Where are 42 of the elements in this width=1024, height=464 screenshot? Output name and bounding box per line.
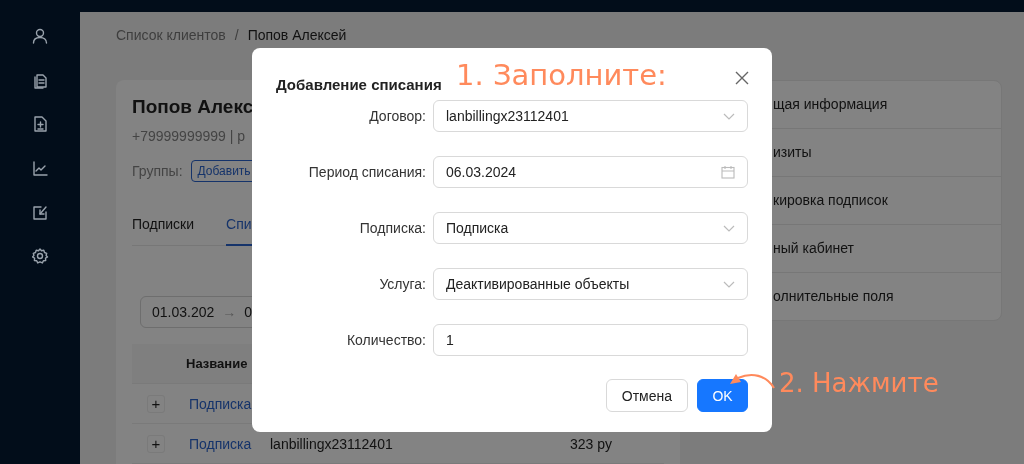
- document-icon[interactable]: [31, 116, 49, 133]
- select-field[interactable]: lanbillingx23112401: [433, 100, 748, 132]
- date-end: 0: [244, 304, 253, 320]
- table-cell-text: lanbillingx23112401: [269, 435, 394, 452]
- dialog-title: Добавление списания: [276, 75, 442, 93]
- subscription-link[interactable]: Подписка: [180, 435, 261, 452]
- breadcrumb-item: Попов Алексей: [247, 27, 347, 45]
- documents-icon[interactable]: [31, 72, 49, 89]
- settings-icon[interactable]: [31, 248, 49, 265]
- annotation-text: 1. Заполните:: [456, 58, 667, 92]
- chart-icon[interactable]: [31, 160, 49, 177]
- user-icon[interactable]: [31, 28, 49, 45]
- client-contacts: +79999999999 | р: [132, 128, 247, 144]
- date-start: 01.03.202: [152, 304, 215, 320]
- range-arrow: →: [222, 304, 237, 320]
- select-field[interactable]: Подписка: [433, 212, 748, 244]
- field-label: Период списания:: [307, 164, 426, 180]
- edit-icon[interactable]: [31, 204, 49, 221]
- annotation-text: 2. Нажмите: [779, 368, 939, 398]
- field-label: Услуга:: [378, 276, 426, 292]
- chevron-down-icon: [723, 112, 735, 120]
- client-name: Попов Алекс: [132, 96, 254, 119]
- input-field[interactable]: 1: [433, 324, 748, 356]
- column-header: Название: [185, 356, 249, 371]
- field-label: Количество:: [345, 332, 426, 348]
- date-field[interactable]: 06.03.2024: [433, 156, 748, 188]
- expand-button[interactable]: +: [147, 434, 165, 453]
- ok-button[interactable]: OK: [697, 379, 748, 412]
- table-cell-text: 323 ру: [569, 435, 613, 452]
- breadcrumb-item[interactable]: Список клиентов: [116, 27, 226, 47]
- select-field[interactable]: Деактивированные объекты: [433, 268, 748, 300]
- calendar-icon: [721, 165, 735, 179]
- cancel-button[interactable]: Отмена: [605, 379, 688, 412]
- close-icon[interactable]: [735, 71, 749, 85]
- expand-button[interactable]: +: [147, 394, 165, 413]
- field-label: Договор:: [368, 108, 426, 124]
- chevron-down-icon: [723, 224, 735, 232]
- groups-label: Группы:: [132, 163, 183, 179]
- breadcrumb-separator: /: [234, 27, 239, 45]
- tab[interactable]: Подписки: [132, 212, 195, 245]
- field-label: Подписка:: [358, 220, 426, 236]
- chevron-down-icon: [723, 280, 735, 288]
